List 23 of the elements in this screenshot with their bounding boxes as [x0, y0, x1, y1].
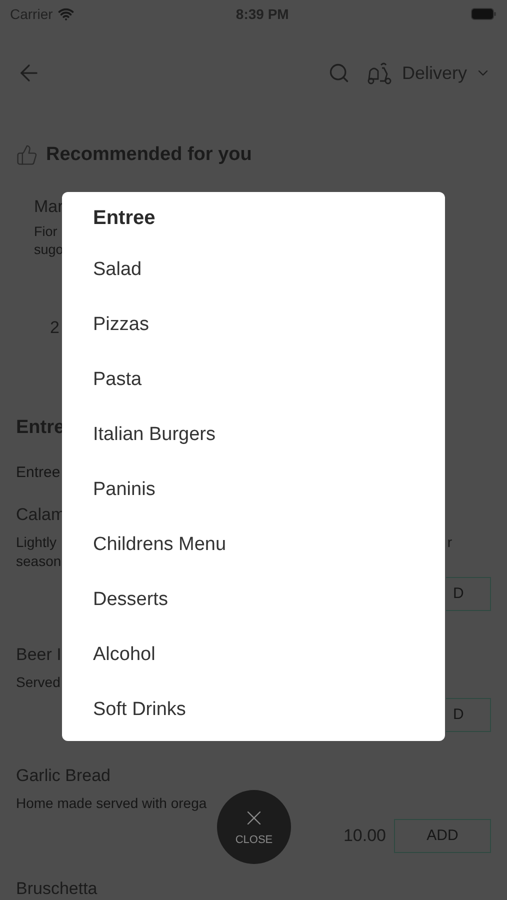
item-description: season — [16, 552, 62, 571]
wifi-icon — [58, 6, 74, 22]
menu-item[interactable]: Desserts — [93, 573, 168, 628]
item-description: Home made served with orega — [16, 794, 207, 813]
thumbs-up-icon — [16, 144, 38, 166]
item-description: Served — [16, 673, 60, 692]
close-button[interactable]: CLOSE — [217, 790, 291, 864]
menu-item[interactable]: Pasta — [93, 353, 142, 408]
search-icon[interactable] — [328, 62, 350, 84]
item-description: Lightly — [16, 533, 56, 552]
category-subtitle: Entree — [16, 463, 60, 483]
menu-item[interactable]: Childrens Menu — [93, 518, 226, 573]
menu-item[interactable]: Alcohol — [93, 628, 156, 683]
menu-title: Entree — [93, 206, 156, 230]
menu-item[interactable]: Salad — [93, 243, 142, 298]
menu-item[interactable]: Pizzas — [93, 298, 149, 353]
item-description: sugo — [34, 241, 64, 259]
scooter-icon — [366, 61, 394, 85]
menu-item[interactable]: Soft Drinks — [93, 683, 186, 738]
item-description: Fior — [34, 223, 58, 241]
menu-item[interactable]: Paninis — [93, 463, 156, 518]
battery-icon — [470, 8, 497, 20]
menu-item[interactable]: Italian Burgers — [93, 408, 216, 463]
